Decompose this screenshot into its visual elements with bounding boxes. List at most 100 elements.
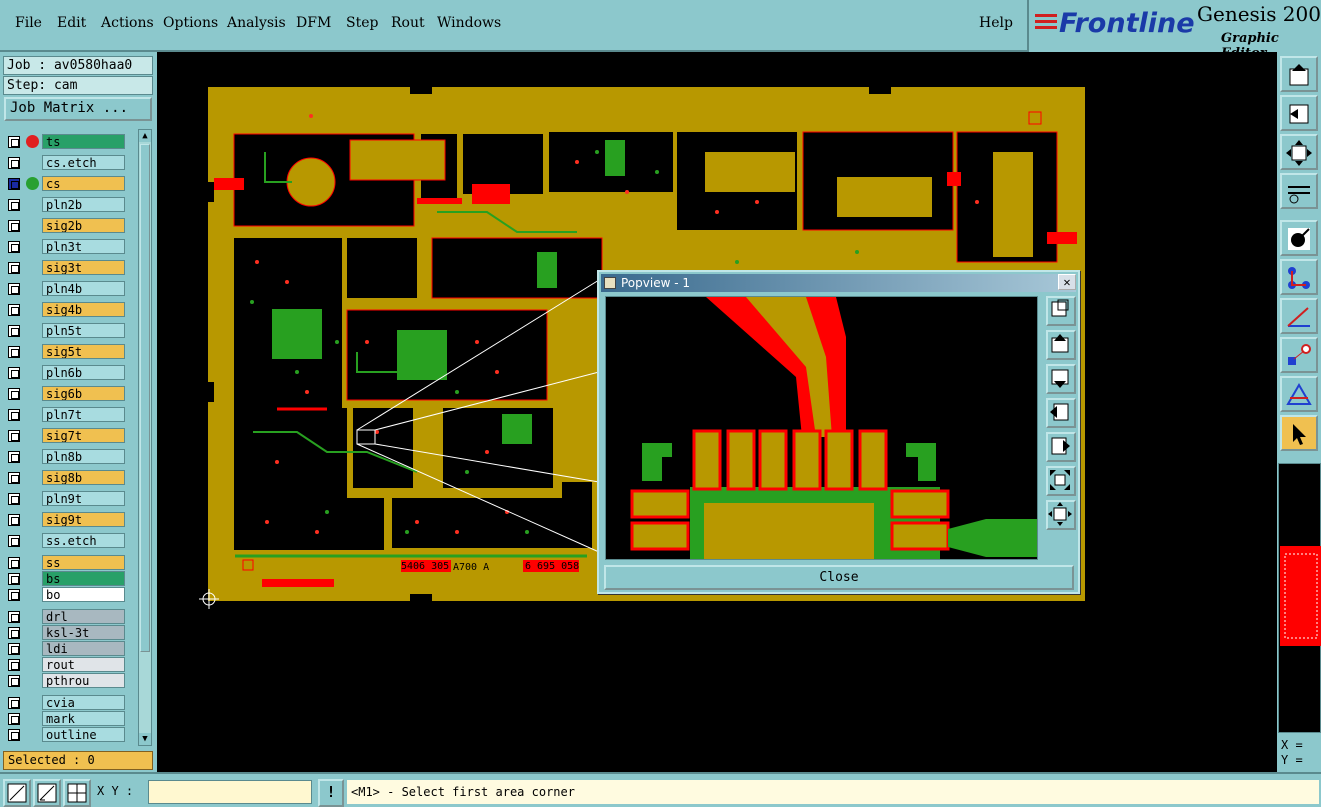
layer-row-pln6b[interactable]: pln6b (5, 365, 127, 380)
snap-diagonal-button[interactable] (33, 779, 61, 807)
layer-row-outline[interactable]: outline (5, 727, 127, 742)
layer-checkbox[interactable] (8, 643, 20, 655)
layer-checkbox[interactable] (8, 367, 20, 379)
menu-file[interactable]: File (15, 15, 42, 31)
popview-close-button[interactable]: Close (604, 565, 1074, 590)
menu-options[interactable]: Options (163, 15, 218, 31)
select-pointer-button[interactable] (1280, 415, 1318, 451)
layer-checkbox[interactable] (8, 241, 20, 253)
menu-actions[interactable]: Actions (101, 15, 154, 31)
layer-checkbox[interactable] (8, 573, 20, 585)
layer-row-cs-etch[interactable]: cs.etch (5, 155, 127, 170)
layer-row-mark[interactable]: mark (5, 711, 127, 726)
layer-checkbox[interactable] (8, 346, 20, 358)
layer-checkbox[interactable] (8, 178, 20, 190)
layer-checkbox[interactable] (8, 611, 20, 623)
layer-checkbox[interactable] (8, 472, 20, 484)
popview-titlebar[interactable]: Popview - 1 (601, 274, 1076, 292)
pv-right-button[interactable] (1046, 432, 1076, 462)
layer-row-sig5t[interactable]: sig5t (5, 344, 127, 359)
pv-up-button[interactable] (1046, 330, 1076, 360)
layer-row-pln5t[interactable]: pln5t (5, 323, 127, 338)
layer-checkbox[interactable] (8, 304, 20, 316)
layer-scrollbar[interactable]: ▲ ▼ (138, 129, 152, 746)
layer-checkbox[interactable] (8, 713, 20, 725)
scroll-up-icon[interactable]: ▲ (139, 130, 151, 142)
layer-checkbox[interactable] (8, 697, 20, 709)
layer-row-ldi[interactable]: ldi (5, 641, 127, 656)
xy-input[interactable] (148, 780, 312, 804)
layer-checkbox[interactable] (8, 157, 20, 169)
menu-dfm[interactable]: DFM (296, 15, 331, 31)
menu-edit[interactable]: Edit (57, 15, 86, 31)
layer-checkbox[interactable] (8, 627, 20, 639)
zoom-home-button[interactable] (1280, 56, 1318, 92)
scroll-thumb[interactable] (140, 144, 150, 652)
net-button[interactable] (1280, 259, 1318, 295)
zoom-area-button[interactable] (3, 779, 31, 807)
menu-step[interactable]: Step (346, 15, 378, 31)
menu-rout[interactable]: Rout (391, 15, 425, 31)
fit-view-button[interactable] (1280, 134, 1318, 170)
layer-checkbox[interactable] (8, 409, 20, 421)
layer-checkbox[interactable] (8, 325, 20, 337)
layer-row-sig7t[interactable]: sig7t (5, 428, 127, 443)
layer-row-sig9t[interactable]: sig9t (5, 512, 127, 527)
pv-zoom-button[interactable] (1046, 296, 1076, 326)
pv-fit-button[interactable] (1046, 466, 1076, 496)
layer-row-sig2b[interactable]: sig2b (5, 218, 127, 233)
triangle-button[interactable] (1280, 376, 1318, 412)
layer-row-cvia[interactable]: cvia (5, 695, 127, 710)
layer-row-pln4b[interactable]: pln4b (5, 281, 127, 296)
layer-row-pln8b[interactable]: pln8b (5, 449, 127, 464)
layer-row-cs[interactable]: cs (5, 176, 127, 191)
pan-left-button[interactable] (1280, 95, 1318, 131)
layer-checkbox[interactable] (8, 535, 20, 547)
layer-checkbox[interactable] (8, 283, 20, 295)
layer-row-pln3t[interactable]: pln3t (5, 239, 127, 254)
menu-help[interactable]: Help (979, 15, 1013, 31)
layer-checkbox[interactable] (8, 199, 20, 211)
layer-row-ts[interactable]: ts (5, 134, 127, 149)
layer-checkbox[interactable] (8, 388, 20, 400)
layer-checkbox[interactable] (8, 136, 20, 148)
layer-checkbox[interactable] (8, 262, 20, 274)
layer-checkbox[interactable] (8, 675, 20, 687)
menu-windows[interactable]: Windows (437, 15, 501, 31)
layer-row-drl[interactable]: drl (5, 609, 127, 624)
layer-row-rout[interactable]: rout (5, 657, 127, 672)
layer-row-sig4b[interactable]: sig4b (5, 302, 127, 317)
pv-center-button[interactable] (1046, 500, 1076, 530)
layer-checkbox[interactable] (8, 589, 20, 601)
layer-checkbox[interactable] (8, 451, 20, 463)
menu-analysis[interactable]: Analysis (227, 15, 286, 31)
close-icon[interactable]: ✕ (1058, 274, 1076, 290)
scroll-down-icon[interactable]: ▼ (139, 733, 151, 745)
measure-button[interactable] (1280, 173, 1318, 209)
layer-checkbox[interactable] (8, 220, 20, 232)
job-matrix-button[interactable]: Job Matrix ... (4, 97, 152, 121)
layer-row-sig6b[interactable]: sig6b (5, 386, 127, 401)
angle-button[interactable] (1280, 298, 1318, 334)
layer-checkbox[interactable] (8, 557, 20, 569)
layer-row-bo[interactable]: bo (5, 587, 127, 602)
layer-row-ss-etch[interactable]: ss.etch (5, 533, 127, 548)
layer-row-sig8b[interactable]: sig8b (5, 470, 127, 485)
popview-zoom-view[interactable] (605, 296, 1038, 560)
layer-row-ss[interactable]: ss (5, 555, 127, 570)
layer-row-pln2b[interactable]: pln2b (5, 197, 127, 212)
layer-checkbox[interactable] (8, 514, 20, 526)
pv-down-button[interactable] (1046, 364, 1076, 394)
alert-button[interactable]: ! (318, 779, 344, 807)
layer-checkbox[interactable] (8, 430, 20, 442)
snap-button[interactable] (1280, 220, 1318, 256)
distance-button[interactable] (1280, 337, 1318, 373)
layer-checkbox[interactable] (8, 493, 20, 505)
pv-left-button[interactable] (1046, 398, 1076, 428)
layer-row-bs[interactable]: bs (5, 571, 127, 586)
layer-checkbox[interactable] (8, 729, 20, 741)
layer-row-pln9t[interactable]: pln9t (5, 491, 127, 506)
grid-button[interactable] (63, 779, 91, 807)
layer-row-sig3t[interactable]: sig3t (5, 260, 127, 275)
layer-row-pthrou[interactable]: pthrou (5, 673, 127, 688)
